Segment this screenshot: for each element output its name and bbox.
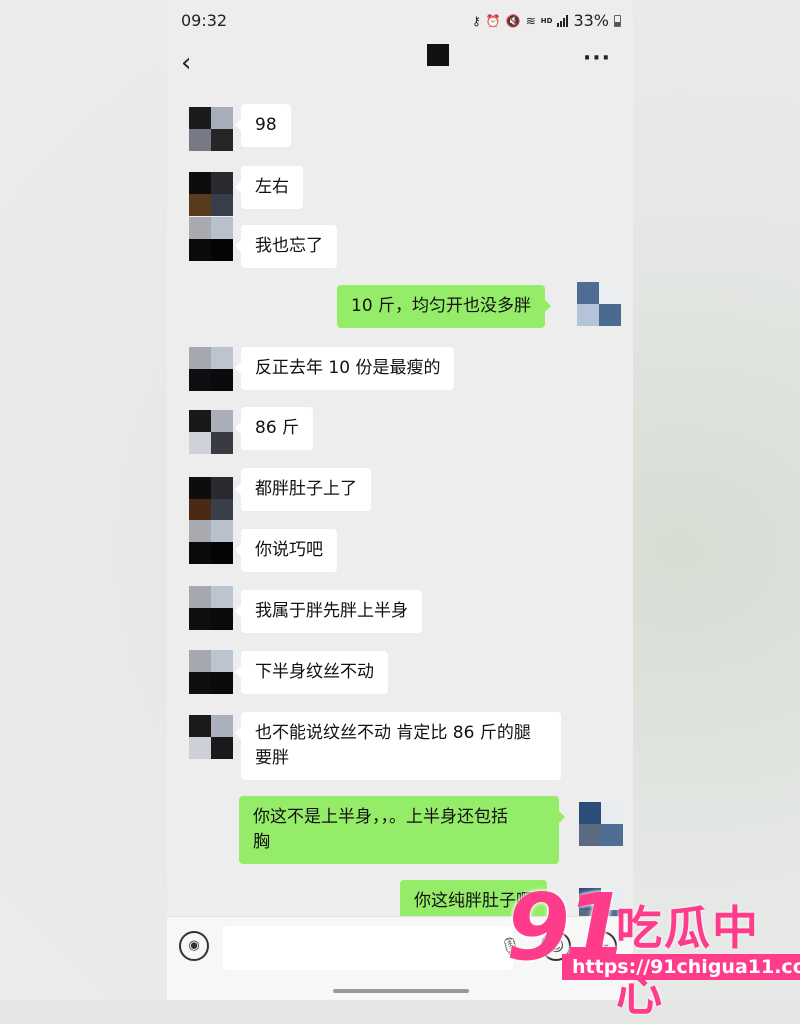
avatar[interactable] [579, 888, 623, 916]
message-bubble-incoming[interactable]: 都胖肚子上了 [235, 468, 371, 511]
avatar[interactable] [189, 715, 233, 759]
battery-percent: 33% [573, 11, 609, 30]
avatar[interactable] [189, 410, 233, 454]
message-bubble-incoming[interactable]: 反正去年 10 份是最瘦的 [234, 347, 455, 390]
more-options-button[interactable]: ··· [583, 46, 611, 71]
emoji-icon[interactable]: ☺ [541, 931, 571, 961]
message-bubble-outgoing[interactable]: 10 斤，均匀开也没多胖 [337, 285, 552, 328]
microphone-icon[interactable]: 🎙 [499, 937, 522, 958]
wifi-icon: ≋ [525, 13, 536, 28]
status-bar: 09:32 ⚷ ⏰ 🔇 ≋ HD 33% [167, 0, 633, 40]
avatar[interactable] [579, 802, 623, 846]
input-bar: ◉ 🎙 ☺ + [167, 916, 633, 1000]
message-bubble-incoming[interactable]: 我属于胖先胖上半身 [235, 590, 422, 633]
avatar[interactable] [189, 586, 233, 630]
message-input[interactable] [223, 926, 513, 970]
avatar[interactable] [577, 282, 621, 326]
message-bubble-outgoing[interactable]: 你这纯胖肚子啊 [400, 880, 553, 916]
alarm-icon: ⏰ [485, 13, 501, 28]
message-bubble-incoming[interactable]: 下半身纹丝不动 [235, 651, 388, 694]
avatar[interactable] [189, 107, 233, 151]
chat-header: ‹ ··· [167, 40, 633, 84]
message-bubble-outgoing[interactable]: 你这不是上半身，，。上半身还包括 胸 [239, 796, 565, 864]
avatar[interactable] [189, 520, 233, 564]
mute-icon: 🔇 [505, 13, 521, 28]
phone-screen: 09:32 ⚷ ⏰ 🔇 ≋ HD 33% ‹ ··· 98 左右 我也忘了 10… [167, 0, 633, 1000]
avatar[interactable] [189, 347, 233, 391]
message-bubble-incoming[interactable]: 你说巧吧 [235, 529, 337, 572]
plus-icon[interactable]: + [587, 931, 617, 961]
message-list[interactable]: 98 左右 我也忘了 10 斤，均匀开也没多胖 反正去年 10 份是最瘦的 86… [167, 88, 633, 916]
avatar[interactable] [189, 477, 233, 521]
home-indicator[interactable] [333, 989, 469, 993]
message-bubble-incoming[interactable]: 也不能说纹丝不动 肯定比 86 斤的腿 要胖 [235, 712, 561, 780]
clock-time: 09:32 [181, 11, 228, 30]
status-icons: ⚷ ⏰ 🔇 ≋ HD 33% [472, 11, 621, 30]
message-bubble-incoming[interactable]: 我也忘了 [235, 225, 337, 268]
message-bubble-incoming[interactable]: 98 [235, 104, 291, 147]
message-bubble-incoming[interactable]: 86 斤 [234, 407, 314, 450]
avatar[interactable] [189, 650, 233, 694]
signal-icon [557, 14, 569, 27]
avatar[interactable] [189, 217, 233, 261]
message-bubble-incoming[interactable]: 左右 [235, 166, 303, 209]
hd-badge: HD [540, 16, 553, 25]
voice-input-icon[interactable]: ◉ [179, 931, 209, 961]
battery-icon [614, 14, 621, 27]
avatar[interactable] [189, 172, 233, 216]
chevron-left-icon[interactable]: ‹ [181, 48, 191, 78]
chat-title-redacted [427, 44, 449, 66]
key-icon: ⚷ [472, 13, 481, 28]
